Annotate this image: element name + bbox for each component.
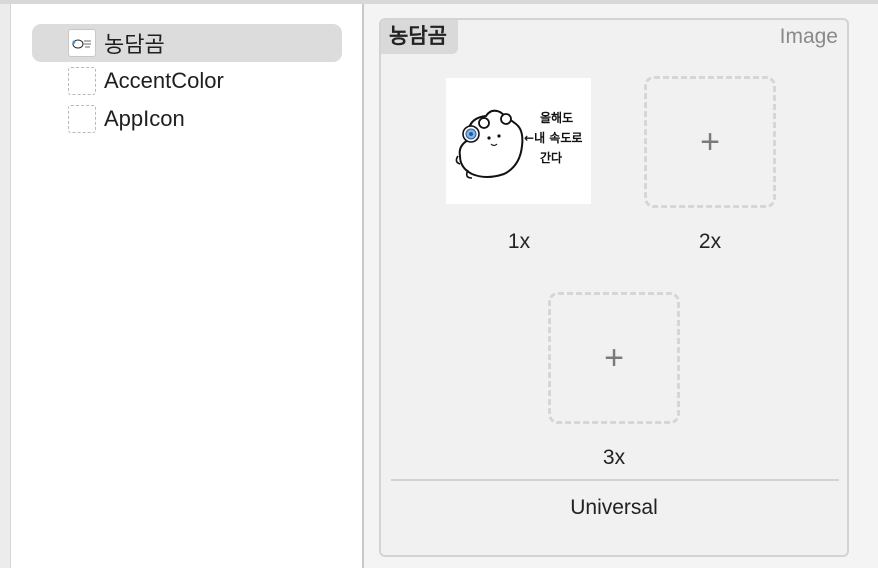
artwork-line-2: ←내 속도로 bbox=[524, 128, 590, 148]
asset-row-accentcolor[interactable]: AccentColor bbox=[32, 62, 342, 100]
slot-2x-label: 2x bbox=[698, 230, 722, 253]
slot-1x-label: 1x bbox=[507, 230, 531, 253]
slot-3x-label: 3x bbox=[602, 446, 626, 469]
asset-list-sidebar: 농담곰 AccentColor AppIcon bbox=[11, 4, 362, 568]
artwork-caption: 올해도 ←내 속도로 간다 bbox=[524, 108, 590, 168]
bear-thumbnail-icon bbox=[72, 39, 91, 49]
image-thumbnail-icon bbox=[68, 29, 96, 57]
artwork-line-2-text: 내 속도로 bbox=[534, 131, 583, 145]
image-set-name: 농담곰 bbox=[381, 20, 458, 54]
app-icon-placeholder-icon bbox=[68, 105, 96, 133]
slot-2x-well[interactable]: + bbox=[644, 76, 776, 208]
asset-label: 농담곰 bbox=[104, 32, 165, 57]
asset-label: AccentColor bbox=[104, 68, 224, 93]
idiom-separator bbox=[391, 479, 839, 481]
asset-row-appicon[interactable]: AppIcon bbox=[32, 100, 342, 138]
asset-label: AppIcon bbox=[104, 106, 185, 131]
color-set-placeholder-icon bbox=[68, 67, 96, 95]
asset-detail-area: 농담곰 Image 올해도 ←내 속도로 간다 1x + 2x + 3x Uni… bbox=[364, 4, 878, 568]
slot-3x-well[interactable]: + bbox=[548, 292, 680, 424]
slot-1x-well[interactable]: 올해도 ←내 속도로 간다 bbox=[446, 78, 591, 204]
idiom-label: Universal bbox=[570, 496, 658, 519]
plus-icon: + bbox=[700, 123, 720, 161]
artwork-line-1: 올해도 bbox=[540, 111, 574, 125]
image-set-type: Image bbox=[779, 25, 838, 48]
asset-catalog-window: 농담곰 AccentColor AppIcon 농담곰 Image 올해도 ←내… bbox=[0, 0, 878, 568]
plus-icon: + bbox=[604, 339, 624, 377]
artwork-line-3: 간다 bbox=[540, 151, 563, 165]
arrow-icon: ← bbox=[524, 131, 535, 145]
image-set-panel: 농담곰 Image 올해도 ←내 속도로 간다 1x + 2x + 3x Uni… bbox=[379, 18, 849, 557]
asset-row-nongdamgom[interactable]: 농담곰 bbox=[32, 24, 342, 62]
